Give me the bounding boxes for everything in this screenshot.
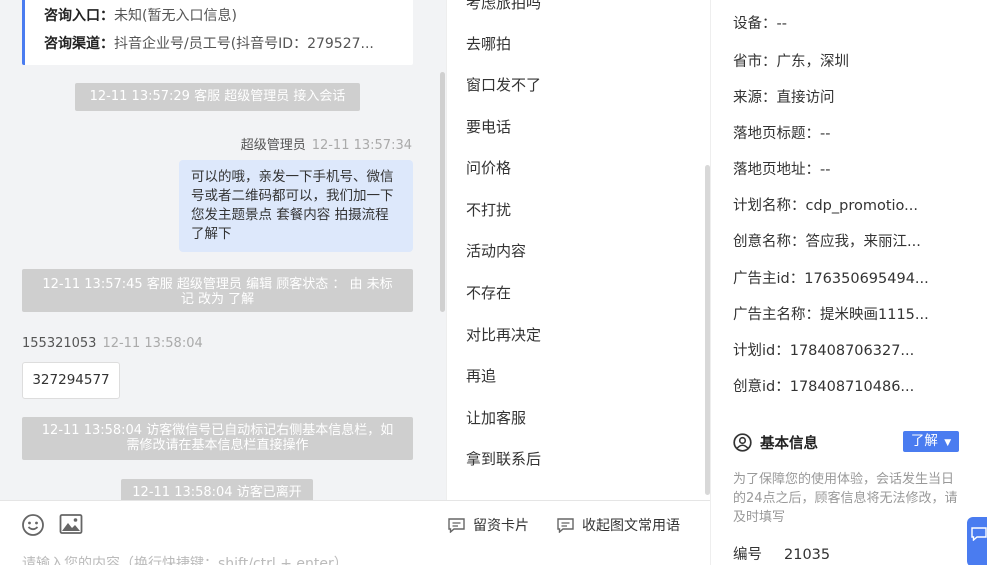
code-value: 21035: [784, 547, 831, 563]
agent-message-bubble: 可以的哦，亲发一下手机号、微信号或者二维码都可以，我们加一下您发主题景点 套餐内…: [179, 160, 413, 252]
message-input-area: 留资卡片 收起图文常用语 请输入您的内容（换行快捷键：shift/ctrl + …: [0, 500, 710, 565]
basic-info-title: 基本信息: [760, 436, 818, 452]
image-icon[interactable]: [59, 513, 83, 535]
source-field: 来源：直接访问: [733, 90, 835, 106]
sender-name: 155321053: [22, 336, 97, 351]
quick-reply-item[interactable]: 去哪拍: [466, 33, 511, 54]
floating-service-button[interactable]: [967, 517, 987, 565]
quick-reply-item[interactable]: 对比再决定: [466, 324, 541, 345]
collapse-phrases-label: 收起图文常用语: [582, 518, 680, 534]
quick-reply-item[interactable]: 不存在: [466, 282, 511, 303]
quick-reply-item[interactable]: 窗口发不了: [466, 74, 541, 95]
system-message: 12-11 13:57:29 客服 超级管理员 接入会话: [75, 83, 360, 111]
inquiry-info-card: 咨询入口：未知(暂无入口信息) 咨询渠道：抖音企业号/员工号(抖音号ID：279…: [22, 0, 413, 65]
system-message: 12-11 13:58:04 访客已离开: [121, 479, 313, 500]
customer-status-value: 了解: [910, 433, 938, 449]
system-message: 12-11 13:57:45 客服 超级管理员 编辑 顾客状态 ： 由 未标记 …: [22, 269, 413, 312]
code-field: 编号 21035: [733, 543, 830, 564]
landing-title-field: 落地页标题：--: [733, 126, 831, 142]
message-time: 12-11 13:57:34: [311, 138, 412, 153]
plan-name-field: 计划名称：cdp_promotio...: [733, 198, 919, 214]
quick-reply-item[interactable]: 问价格: [466, 157, 511, 178]
chat-scrollbar[interactable]: [440, 72, 445, 312]
emoji-icon[interactable]: [21, 513, 45, 536]
message-meta: 超级管理员 12-11 13:57:34: [241, 134, 412, 153]
inquiry-channel-row: 咨询渠道：抖音企业号/员工号(抖音号ID：279527...: [44, 30, 404, 58]
plan-id-field: 计划id：178408706327...: [733, 343, 915, 359]
collapse-phrases-button[interactable]: 收起图文常用语: [557, 515, 680, 535]
caret-down-icon: ▼: [944, 438, 952, 448]
creative-id-field: 创意id：178408710486...: [733, 379, 915, 395]
inquiry-channel-value: 抖音企业号/员工号(抖音号ID：279527...: [114, 36, 374, 52]
system-message: 12-11 13:58:04 访客微信号已自动标记右侧基本信息栏，如需修改请在基…: [22, 417, 413, 460]
advertiser-id-field: 广告主id：176350695494...: [733, 271, 929, 287]
device-field: 设备：--: [733, 16, 787, 32]
quick-reply-item[interactable]: 要电话: [466, 116, 511, 137]
chat-panel[interactable]: 咨询入口：未知(暂无入口信息) 咨询渠道：抖音企业号/员工号(抖音号ID：279…: [0, 0, 446, 500]
quick-reply-item[interactable]: 不打扰: [466, 199, 511, 220]
visitor-info-panel: 设备：-- 省市：广东，深圳 来源：直接访问 落地页标题：-- 落地页地址：--…: [710, 0, 987, 565]
message-input[interactable]: 请输入您的内容（换行快捷键：shift/ctrl + enter）: [22, 553, 348, 565]
inquiry-entry-label: 咨询入口：: [44, 8, 114, 24]
chat-bubble-icon: [971, 527, 987, 542]
quick-reply-item[interactable]: 拿到联系后: [466, 448, 541, 469]
quick-reply-item[interactable]: 考虑旅拍吗: [466, 0, 541, 13]
message-card-icon: [448, 517, 465, 533]
advertiser-name-field: 广告主名称：提米映画1115...: [733, 307, 929, 323]
quick-reply-item[interactable]: 再追: [466, 365, 496, 386]
lead-card-label: 留资卡片: [473, 518, 529, 534]
inquiry-entry-row: 咨询入口：未知(暂无入口信息): [44, 2, 404, 30]
sender-name: 超级管理员: [240, 138, 306, 153]
edit-notice: 为了保障您的使用体验，会话发生当日的24点之后，顾客信息将无法修改，请及时填写: [733, 472, 958, 525]
landing-url-field: 落地页地址：--: [733, 162, 831, 178]
user-icon: [733, 433, 752, 452]
visitor-message-bubble: 327294577: [22, 362, 120, 399]
quick-reply-item[interactable]: 活动内容: [466, 240, 526, 261]
creative-name-field: 创意名称：答应我，来丽江...: [733, 234, 921, 250]
message-meta: 155321053 12-11 13:58:04: [22, 336, 203, 351]
message-card-icon: [557, 517, 574, 533]
customer-status-dropdown[interactable]: 了解 ▼: [903, 431, 959, 452]
quick-reply-list: 考虑旅拍吗 去哪拍 窗口发不了 要电话 问价格 不打扰 活动内容 不存在 对比再…: [446, 0, 710, 500]
region-field: 省市：广东，深圳: [733, 54, 849, 70]
inquiry-channel-label: 咨询渠道：: [44, 36, 114, 52]
message-time: 12-11 13:58:04: [102, 336, 203, 351]
lead-card-button[interactable]: 留资卡片: [448, 515, 529, 535]
code-label: 编号: [733, 547, 762, 563]
quick-reply-item[interactable]: 让加客服: [466, 407, 526, 428]
chat-workspace: 咨询入口：未知(暂无入口信息) 咨询渠道：抖音企业号/员工号(抖音号ID：279…: [0, 0, 987, 565]
inquiry-entry-value: 未知(暂无入口信息): [114, 8, 237, 24]
basic-info-heading: 基本信息: [733, 432, 818, 453]
